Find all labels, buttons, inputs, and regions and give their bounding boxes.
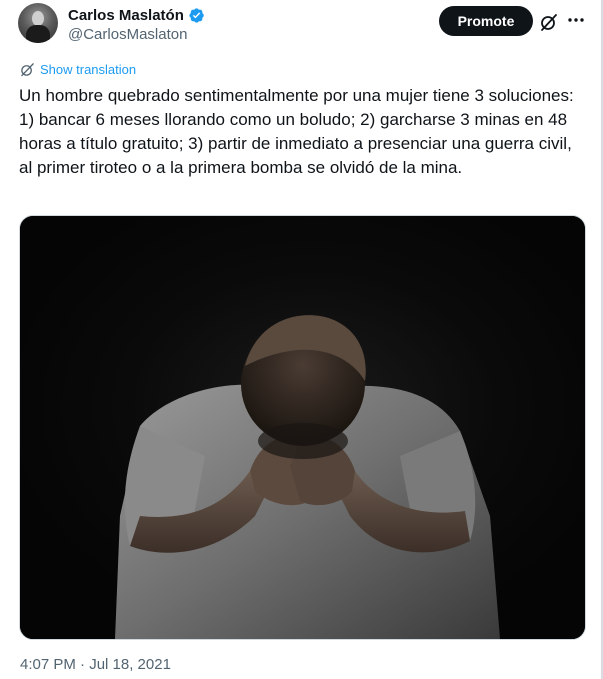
photo-crying-man [20,216,585,639]
grok-icon[interactable] [539,12,559,32]
avatar[interactable] [18,3,58,43]
translate-icon [21,63,34,77]
author-handle[interactable]: @CarlosMaslaton [68,26,187,43]
avatar-suit [26,25,50,43]
more-icon[interactable] [566,10,586,30]
author-name-row[interactable]: Carlos Maslatón [68,7,205,24]
show-translation-label[interactable]: Show translation [40,62,136,77]
show-translation-link[interactable]: Show translation [20,62,136,77]
verified-badge-icon [189,8,204,23]
tweet-text: Un hombre quebrado sentimentalmente por … [19,86,574,177]
promote-button[interactable]: Promote [439,6,533,36]
avatar-head [32,11,44,26]
tweet-timestamp[interactable]: 4:07 PM · Jul 18, 2021 [20,656,171,673]
display-name[interactable]: Carlos Maslatón [68,7,184,24]
tweet-photo[interactable] [19,215,586,640]
